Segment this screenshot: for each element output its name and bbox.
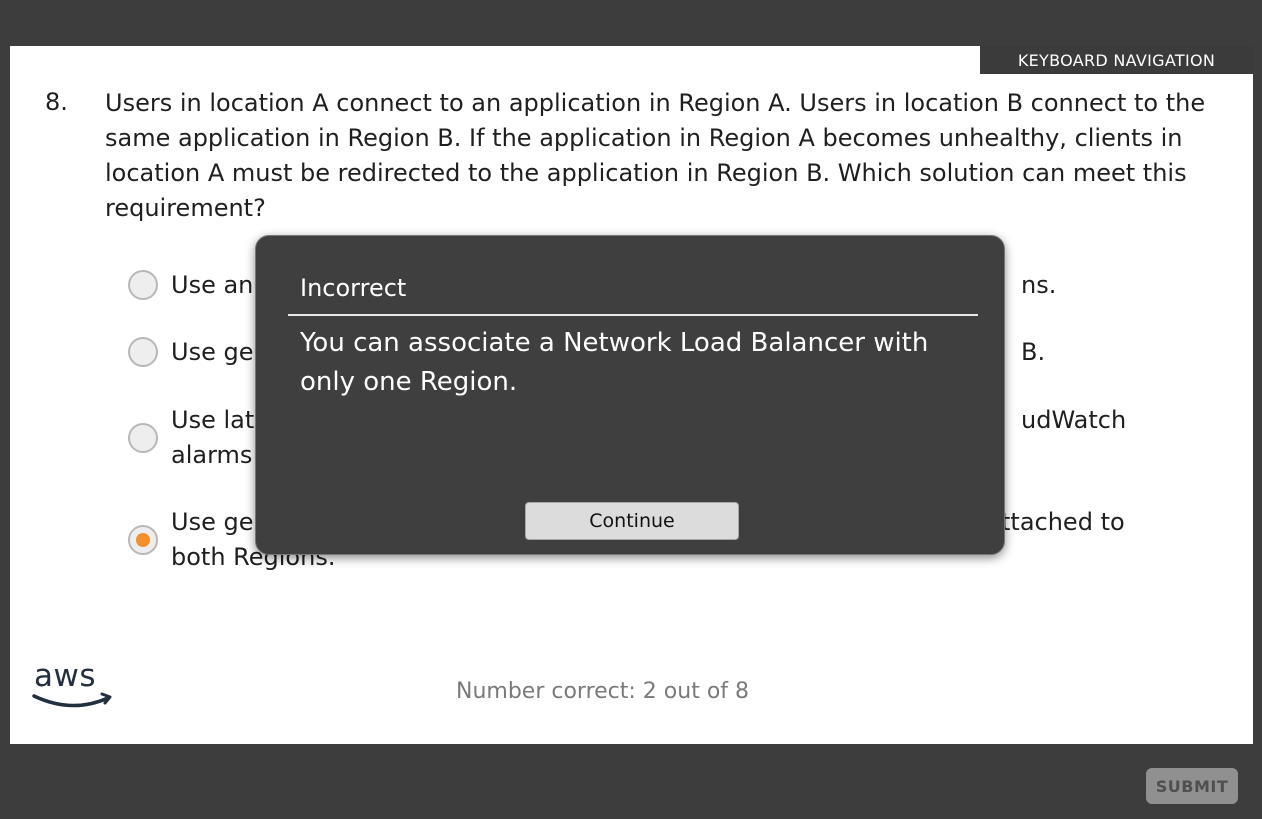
radio-icon[interactable] xyxy=(128,423,158,453)
aws-smile-icon xyxy=(32,692,112,708)
question-text: Users in location A connect to an applic… xyxy=(105,89,1206,222)
question-number: 8. xyxy=(45,88,68,116)
radio-icon[interactable] xyxy=(128,337,158,367)
dialog-title: Incorrect xyxy=(300,274,407,302)
dialog-message: You can associate a Network Load Balance… xyxy=(300,328,929,397)
feedback-dialog: Incorrect You can associate a Network Lo… xyxy=(255,235,1005,555)
score-counter: Number correct: 2 out of 8 xyxy=(456,679,750,704)
aws-logo-icon: aws xyxy=(32,658,114,710)
radio-selected-icon[interactable] xyxy=(128,525,158,555)
keyboard-navigation-button[interactable]: KEYBOARD NAVIGATION xyxy=(980,46,1253,74)
top-bar xyxy=(0,0,1262,46)
radio-icon[interactable] xyxy=(128,270,158,300)
dialog-divider xyxy=(288,314,978,316)
submit-button[interactable]: SUBMIT xyxy=(1146,768,1238,804)
continue-button[interactable]: Continue xyxy=(525,502,739,540)
